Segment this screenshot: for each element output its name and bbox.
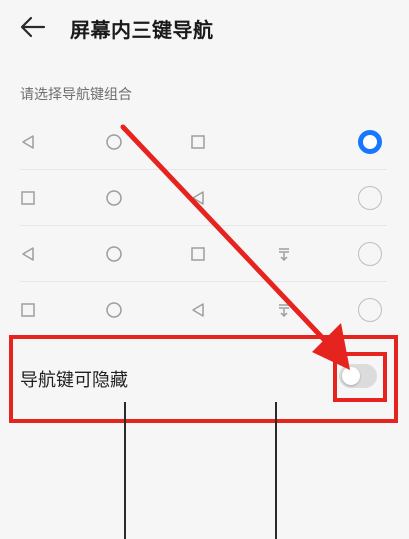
page-title: 屏幕内三键导航 bbox=[70, 18, 214, 42]
triangle-back-icon bbox=[18, 244, 38, 264]
nav-combination-option-4[interactable] bbox=[0, 282, 409, 338]
triangle-back-icon bbox=[188, 188, 208, 208]
circle-home-icon bbox=[104, 188, 124, 208]
square-recent-icon bbox=[18, 300, 38, 320]
circle-home-icon bbox=[104, 244, 124, 264]
arrow-left-icon bbox=[20, 16, 46, 38]
option-radio[interactable] bbox=[358, 242, 382, 266]
circle-home-icon bbox=[104, 300, 124, 320]
divider-line bbox=[124, 402, 126, 539]
notification-pull-icon bbox=[274, 244, 294, 264]
nav-combination-option-2[interactable] bbox=[0, 170, 409, 226]
option-radio-selected[interactable] bbox=[358, 130, 382, 154]
option-radio[interactable] bbox=[358, 298, 382, 322]
triangle-back-icon bbox=[18, 132, 38, 152]
nav-combination-option-1[interactable] bbox=[0, 114, 409, 170]
annotation-switch-box bbox=[333, 352, 387, 402]
notification-pull-icon bbox=[274, 300, 294, 320]
header-bar: 屏幕内三键导航 bbox=[0, 0, 409, 58]
back-button[interactable] bbox=[16, 12, 50, 42]
section-label: 请选择导航键组合 bbox=[20, 87, 132, 103]
divider-line bbox=[275, 402, 277, 539]
square-recent-icon bbox=[188, 244, 208, 264]
square-recent-icon bbox=[18, 188, 38, 208]
option-radio[interactable] bbox=[358, 186, 382, 210]
nav-combination-option-3[interactable] bbox=[0, 226, 409, 282]
square-recent-icon bbox=[188, 132, 208, 152]
triangle-back-icon bbox=[188, 300, 208, 320]
circle-home-icon bbox=[104, 132, 124, 152]
